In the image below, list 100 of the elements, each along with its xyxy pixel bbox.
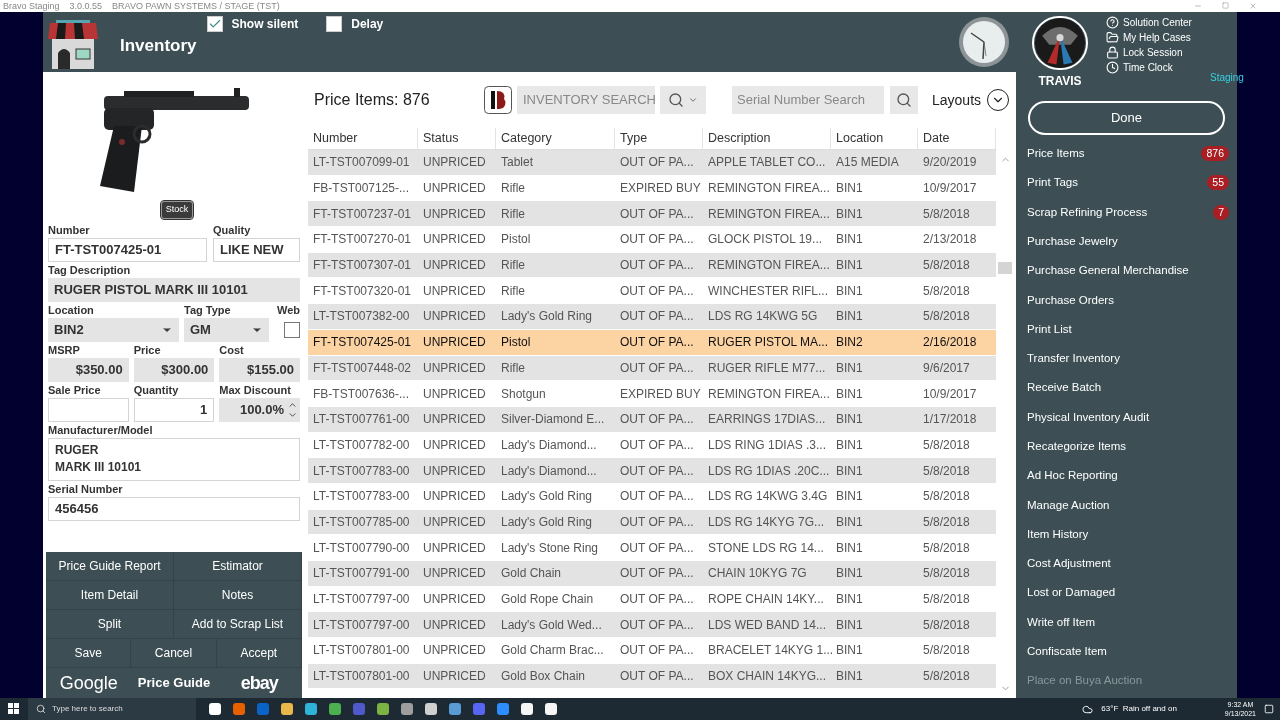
table-cell-text: 5/8/2018	[922, 436, 971, 454]
input-field[interactable]: $300.00	[133, 357, 215, 382]
table-row[interactable]: LT-TST007761-00 UNPRICED Silver-Diamond E... OUT OF PA... EARRINGS 17DIAS... BIN1 1/17/2018	[308, 406, 996, 433]
menu-item[interactable]: Print Tags 55	[1016, 168, 1237, 198]
table-cell-text: FB-TST007636-...	[312, 385, 411, 403]
table-cell-text: A15 MEDIA	[835, 154, 900, 172]
stock-button[interactable]: Stock	[160, 201, 194, 219]
lookup-button[interactable]: Price Guide	[131, 668, 217, 698]
menu-item[interactable]: Lost or Damaged	[1016, 578, 1237, 608]
column-header[interactable]: Description	[703, 128, 831, 149]
user-link[interactable]: My Help Cases	[1106, 31, 1192, 44]
action-button[interactable]: Notes	[174, 581, 302, 609]
column-header[interactable]: Status	[418, 128, 496, 149]
lookup-button[interactable]: Google	[46, 668, 132, 698]
menu-item[interactable]: Manage Auction	[1016, 490, 1237, 520]
menu-item[interactable]: Confiscate Item	[1016, 637, 1237, 667]
menu-item[interactable]: Receive Batch	[1016, 373, 1237, 403]
action-button[interactable]: Cancel	[131, 639, 217, 667]
table-row[interactable]: FT-TST007237-01 UNPRICED Rifle OUT OF PA... REMINGTON FIREA... BIN1 5/8/2018	[308, 201, 996, 228]
action-button[interactable]: Save	[46, 639, 132, 667]
text-area[interactable]: RUGER MARK III 10101	[48, 437, 300, 481]
table-cell-text: BIN1	[835, 282, 864, 300]
table-cell-text: RUGER PISTOL MA...	[707, 334, 830, 352]
table-row[interactable]: LT-TST007783-00 UNPRICED Lady's Diamond... OUT OF PA... LDS RG 1DIAS .20C... BIN1 5/8/2018	[308, 458, 996, 484]
table-row[interactable]: FT-TST007307-01 UNPRICED Rifle OUT OF PA... REMINGTON FIREA... BIN1 5/8/2018	[308, 252, 996, 279]
user-link[interactable]: Time Clock	[1106, 61, 1192, 74]
app-icon[interactable]	[376, 702, 390, 716]
input-field[interactable]: LIKE NEW	[213, 237, 300, 262]
input-field[interactable]: 456456	[48, 496, 300, 521]
logo-icon	[484, 86, 512, 114]
search-button[interactable]	[660, 86, 706, 114]
table-cell-text: Gold Box Chain	[500, 668, 587, 686]
app-name: Bravo Staging	[3, 1, 60, 11]
input-field[interactable]: FT-TST007425-01	[48, 237, 207, 262]
menu-item[interactable]: Item History	[1016, 519, 1237, 550]
table-row[interactable]: LT-TST007791-00 UNPRICED Gold Chain OUT OF PA... CHAIN 10KYG 7G BIN1 5/8/2018	[308, 561, 996, 587]
column-header[interactable]: Type	[615, 128, 703, 149]
menu-item[interactable]: Cost Adjustment	[1016, 549, 1237, 579]
dropdown[interactable]: BIN2	[48, 317, 179, 342]
table-cell-text: Rifle	[500, 205, 526, 223]
menu-item[interactable]: Price Items 876	[1016, 139, 1237, 169]
table-cell-text: REMINGTON FIREA...	[707, 257, 831, 275]
spin-field[interactable]: 100.0%	[219, 397, 300, 422]
input-field[interactable]: $155.00	[219, 357, 300, 382]
search-field[interactable]: Type here to search	[28, 698, 196, 720]
menu-item[interactable]: Transfer Inventory	[1016, 344, 1237, 374]
menu-item[interactable]: Physical Inventory Audit	[1016, 402, 1237, 432]
action-button[interactable]: Price Guide Report	[46, 552, 174, 580]
app-icon[interactable]	[520, 702, 534, 716]
input-field[interactable]	[48, 397, 129, 422]
column-header[interactable]: Location	[831, 128, 918, 149]
lookup-button[interactable]: ebay	[216, 668, 302, 698]
menu-item[interactable]: Purchase Jewelry	[1016, 226, 1237, 257]
menu-item[interactable]: Print List	[1016, 314, 1237, 345]
done-button[interactable]: Done	[1028, 101, 1225, 135]
app-icon[interactable]	[544, 702, 558, 716]
menu-item[interactable]: Ad Hoc Reporting	[1016, 461, 1237, 491]
table-cell-text: LT-TST007783-00	[312, 488, 411, 506]
table-cell-text: FT-TST007425-01	[312, 334, 413, 352]
dropdown[interactable]: GM	[184, 317, 269, 342]
table-row[interactable]: FT-TST007425-01 UNPRICED Pistol OUT OF PA... RUGER PISTOL MA... BIN2 2/16/2018	[308, 329, 996, 356]
table-row[interactable]: FT-TST007448-02 UNPRICED Rifle OUT OF PA... RUGER RIFLE M77... BIN1 9/6/2017	[308, 355, 996, 382]
column-header[interactable]: Number	[308, 128, 418, 149]
menu-item[interactable]: Write off Item	[1016, 607, 1237, 638]
layouts-button[interactable]: Layouts	[932, 89, 1010, 111]
action-button[interactable]: Item Detail	[46, 581, 174, 609]
menu-item[interactable]: Purchase Orders	[1016, 285, 1237, 315]
action-button[interactable]: Accept	[216, 639, 302, 667]
app-icon[interactable]	[424, 702, 438, 716]
checkbox[interactable]	[326, 16, 343, 32]
checkbox-label: Delay	[351, 16, 384, 33]
checkbox[interactable]	[206, 16, 223, 32]
table-row[interactable]: LT-TST007785-00 UNPRICED Lady's Gold Ring OUT OF PA... LDS RG 14KYG 7G... BIN1 5/8/2018	[308, 509, 996, 536]
menu-item[interactable]: Recategorize Items	[1016, 431, 1237, 462]
search-button[interactable]	[890, 86, 918, 114]
table-cell-text: BIN1	[835, 385, 864, 403]
menu-item[interactable]: Scrap Refining Process 7	[1016, 197, 1237, 227]
action-button[interactable]: Split	[46, 610, 174, 638]
checkbox[interactable]	[284, 321, 300, 338]
user-link[interactable]: Solution Center	[1106, 16, 1192, 29]
table-row[interactable]: LT-TST007797-00 UNPRICED Lady's Gold Wed... OUT OF PA... LDS WED BAND 14... BIN1 5/8/2018	[308, 612, 996, 639]
environment-text: BRAVO PAWN SYSTEMS / STAGE (TST)	[112, 1, 280, 11]
action-button[interactable]: Estimator	[174, 552, 302, 580]
input-field[interactable]: $350.00	[48, 357, 129, 382]
menu-item[interactable]: Purchase General Merchandise	[1016, 256, 1237, 286]
column-header[interactable]: Category	[496, 128, 615, 149]
user-link[interactable]: Lock Session	[1106, 46, 1192, 59]
table-row[interactable]: LT-TST007801-00 UNPRICED Gold Box Chain OUT OF PA... BOX CHAIN 14KYG... BIN1 5/8/2018	[308, 663, 996, 690]
input-field[interactable]: 1	[133, 397, 215, 422]
action-button[interactable]: Add to Scrap List	[174, 610, 302, 638]
table-cell-text: Gold Charm Brac...	[500, 642, 605, 660]
table-cell-text: LT-TST007099-01	[312, 154, 411, 172]
table-cell-text: 1/17/2018	[922, 411, 978, 429]
scroll-thumb[interactable]	[998, 262, 1012, 274]
caret-icon	[688, 95, 698, 105]
input-field[interactable]: RUGER PISTOL MARK III 10101	[48, 277, 300, 302]
table-row[interactable]: LT-TST007099-01 UNPRICED Tablet OUT OF PA... APPLE TABLET CO... A15 MEDIA 9/20/2019	[308, 150, 996, 176]
windows-icon[interactable]	[8, 703, 20, 715]
column-header[interactable]: Date	[918, 128, 996, 149]
table-row[interactable]: LT-TST007382-00 UNPRICED Lady's Gold Ring OUT OF PA... LDS RG 14KWG 5G BIN1 5/8/2018	[308, 304, 996, 330]
